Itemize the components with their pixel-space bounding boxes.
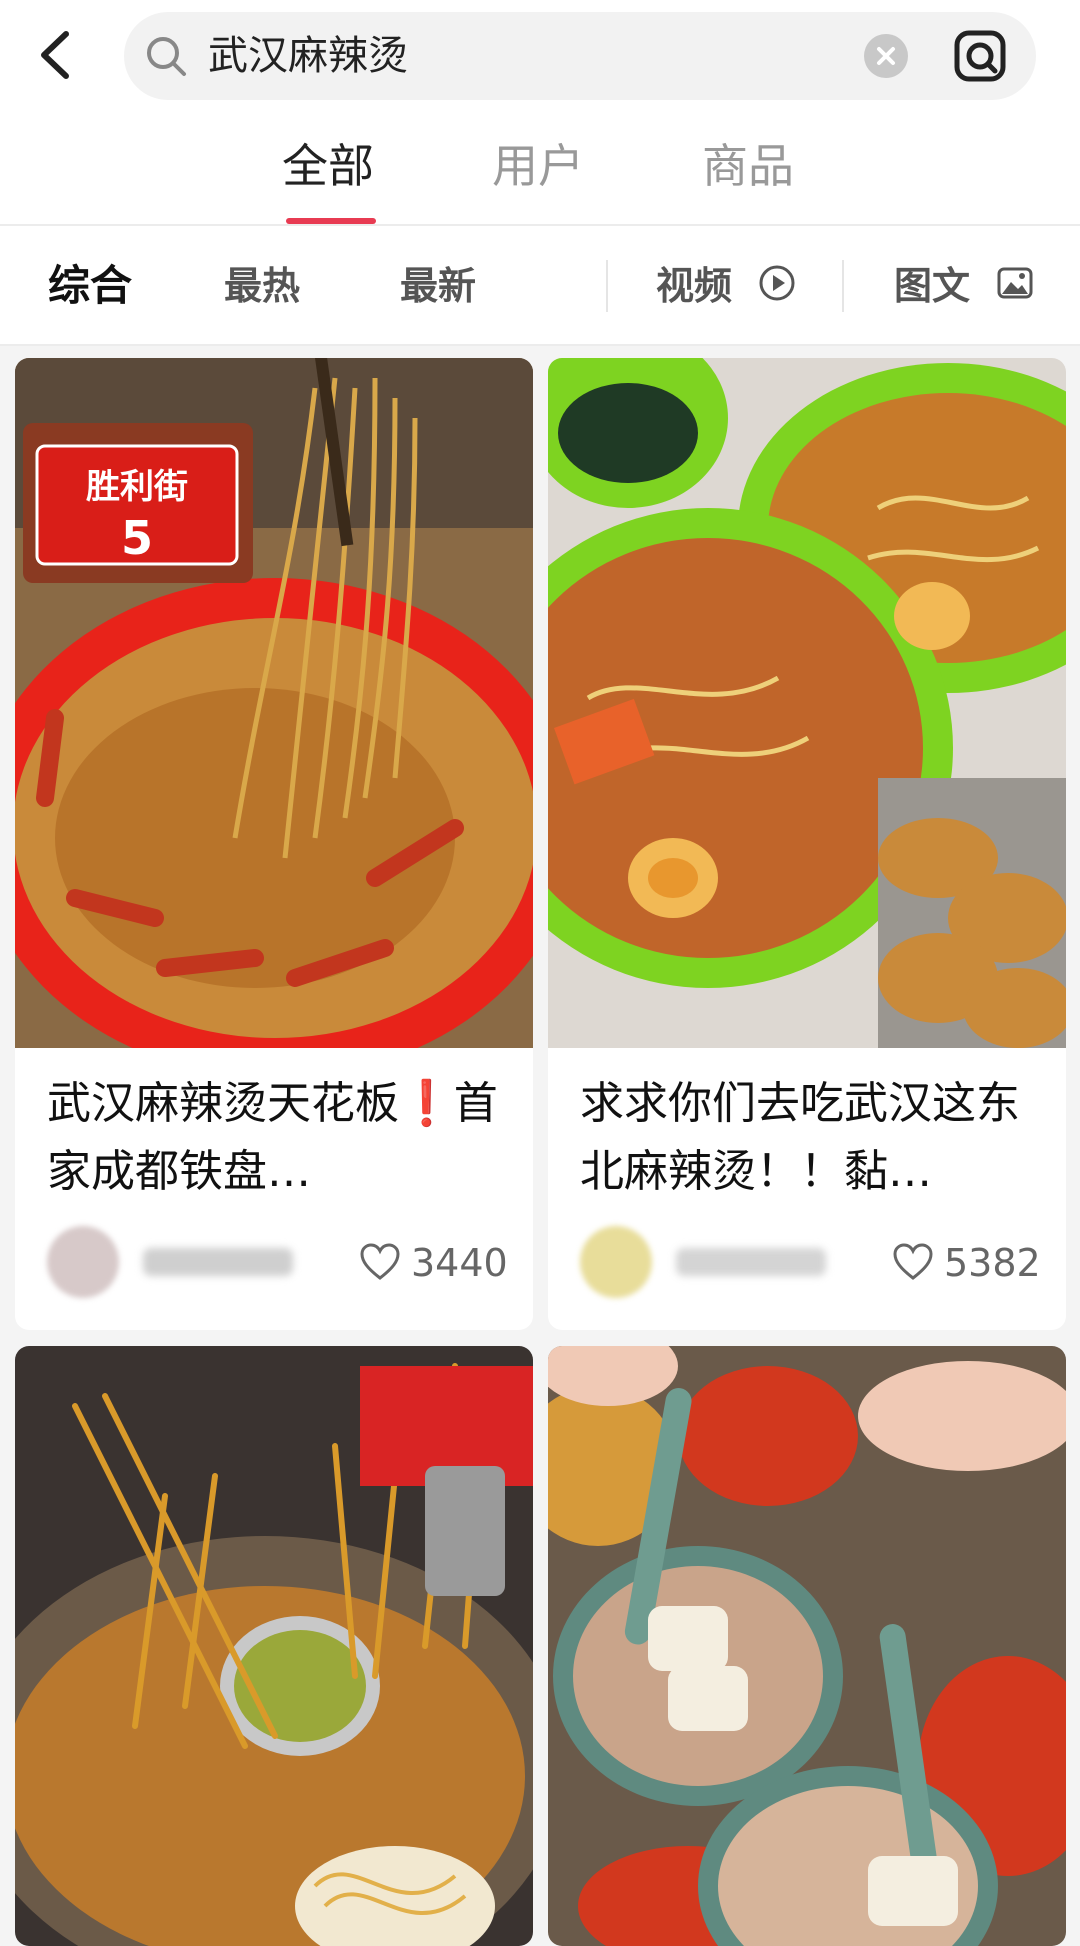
note-cover-image: 胜利街 5	[15, 358, 533, 1048]
heart-icon	[893, 1243, 933, 1280]
like-button[interactable]: 5382	[892, 1238, 1052, 1288]
play-icon	[759, 265, 795, 301]
filter-image-text[interactable]: 图文	[894, 256, 1034, 316]
filter-video[interactable]: 视频	[656, 256, 796, 316]
note-card-1[interactable]: 胜利街 5 武汉麻辣烫天花板❗️首家成都铁盘… 3440	[15, 358, 533, 1330]
search-header: 武汉麻辣烫	[0, 0, 1080, 112]
avatar	[47, 1226, 119, 1298]
result-tabs: 全部 用户 商品	[0, 112, 1080, 226]
author[interactable]	[580, 1226, 830, 1298]
note-card-3[interactable]	[15, 1346, 533, 1946]
image-search-button[interactable]	[952, 28, 1008, 84]
search-query-text: 武汉麻辣烫	[208, 33, 408, 79]
filter-video-label: 视频	[656, 264, 733, 308]
note-title: 武汉麻辣烫天花板❗️首家成都铁盘…	[47, 1078, 498, 1197]
divider	[842, 260, 844, 312]
close-icon	[877, 47, 895, 65]
like-button[interactable]: 3440	[359, 1238, 519, 1288]
search-icon	[147, 37, 186, 76]
tab-products[interactable]: 商品	[702, 138, 794, 194]
camera-scan-icon	[954, 30, 1006, 82]
avatar	[580, 1226, 652, 1298]
note-cover-image	[548, 358, 1066, 1048]
filter-hottest[interactable]: 最热	[224, 262, 300, 310]
sign-street-name: 胜利街	[86, 467, 188, 507]
search-input[interactable]: 武汉麻辣烫	[124, 12, 1036, 100]
note-card-2[interactable]: 求求你们去吃武汉这东北麻辣烫！！黏… 5382	[548, 358, 1066, 1330]
divider	[606, 260, 608, 312]
like-count: 5382	[944, 1241, 1041, 1285]
note-title: 求求你们去吃武汉这东北麻辣烫！！黏…	[580, 1078, 1020, 1197]
chevron-left-icon	[41, 31, 69, 79]
filter-comprehensive[interactable]: 综合	[48, 262, 132, 310]
author-name-blurred	[676, 1248, 826, 1276]
author-name-blurred	[143, 1248, 293, 1276]
tab-users[interactable]: 用户	[492, 138, 584, 194]
like-count: 3440	[411, 1241, 508, 1285]
note-card-4[interactable]	[548, 1346, 1066, 1946]
sort-filter-bar: 综合 最热 最新 视频 图文	[0, 226, 1080, 346]
note-cover-image	[548, 1346, 1066, 1946]
back-button[interactable]	[28, 22, 88, 88]
heart-icon	[360, 1243, 400, 1280]
tab-all[interactable]: 全部	[282, 138, 374, 194]
author[interactable]	[47, 1226, 297, 1298]
active-tab-indicator	[286, 218, 376, 224]
image-icon	[997, 267, 1033, 299]
note-cover-image	[15, 1346, 533, 1946]
filter-newest[interactable]: 最新	[400, 262, 476, 310]
filter-image-text-label: 图文	[894, 264, 971, 308]
clear-search-button[interactable]	[864, 34, 908, 78]
sign-number: 5	[121, 511, 153, 565]
